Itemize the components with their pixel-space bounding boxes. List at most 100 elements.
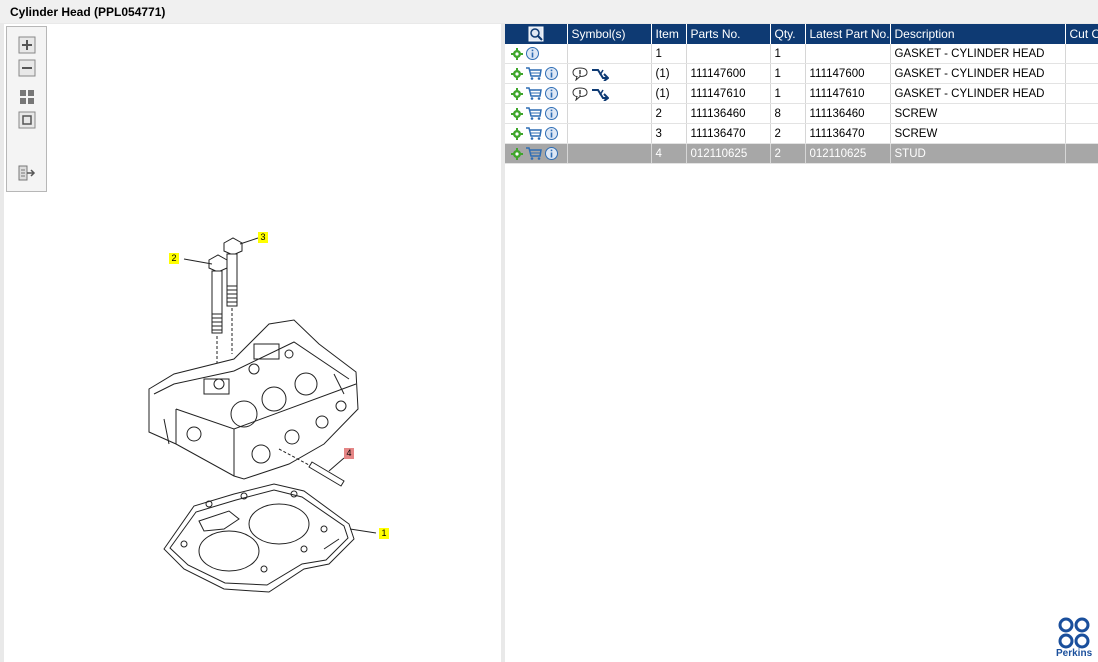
window-title: Cylinder Head (PPL054771) <box>10 5 166 19</box>
column-header-symbols[interactable]: Symbol(s) <box>567 24 652 44</box>
zoom-in-icon[interactable] <box>18 36 36 54</box>
column-header-search[interactable] <box>505 24 568 44</box>
shopping-cart-icon[interactable] <box>526 147 542 160</box>
exploded-diagram[interactable] <box>4 24 501 662</box>
shopping-cart-icon[interactable] <box>526 127 542 140</box>
row-actions <box>505 123 568 144</box>
callout-4[interactable]: 4 <box>344 448 354 459</box>
row-actions <box>505 63 568 84</box>
cell-item: (1) <box>651 83 687 104</box>
table-header-row: Symbol(s) Item Parts No. Qty. Latest Par… <box>505 24 1098 44</box>
cell-latest-part-no <box>805 44 891 64</box>
row-symbols <box>567 123 652 144</box>
row-actions <box>505 83 568 104</box>
info-icon[interactable] <box>545 147 558 160</box>
shopping-cart-icon[interactable] <box>526 107 542 120</box>
gear-icon[interactable] <box>511 107 523 120</box>
column-header-item[interactable]: Item <box>651 24 687 44</box>
actual-size-icon[interactable] <box>18 111 36 129</box>
diagram-panel[interactable]: 2 3 4 1 <box>4 24 501 662</box>
cell-description: GASKET - CYLINDER HEAD <box>890 44 1066 64</box>
row-symbols <box>567 44 652 64</box>
cell-latest-part-no: 111147610 <box>805 83 891 104</box>
cell-latest-part-no: 111136460 <box>805 103 891 124</box>
row-actions <box>505 44 568 64</box>
cell-description: GASKET - CYLINDER HEAD <box>890 83 1066 104</box>
cell-qty: 8 <box>770 103 806 124</box>
gear-icon[interactable] <box>511 87 523 100</box>
gear-icon[interactable] <box>511 127 523 140</box>
cell-latest-part-no: 111147600 <box>805 63 891 84</box>
cell-parts-no: 111147610 <box>686 83 771 104</box>
cell-item: 4 <box>651 143 687 164</box>
info-icon[interactable] <box>545 107 558 120</box>
table-row[interactable]: (1) 111147600 1 111147600 GASKET - CYLINDER … <box>505 63 1098 84</box>
cell-parts-no: 111136460 <box>686 103 771 124</box>
row-actions <box>505 143 568 164</box>
column-header-parts-no[interactable]: Parts No. <box>686 24 771 44</box>
table-row[interactable]: 2 111136460 8 111136460 SCREW <box>505 103 1098 124</box>
cell-cut-off <box>1065 123 1098 144</box>
stud-4-drawing <box>278 448 345 487</box>
cell-cut-off <box>1065 143 1098 164</box>
cell-qty: 1 <box>770 44 806 64</box>
row-symbols <box>567 103 652 124</box>
column-header-latest-part-no[interactable]: Latest Part No. <box>805 24 891 44</box>
table-row[interactable]: 3 111136470 2 111136470 SCREW <box>505 123 1098 144</box>
gear-icon[interactable] <box>511 147 523 160</box>
zoom-toolbar <box>6 26 47 192</box>
info-icon[interactable] <box>545 127 558 140</box>
cell-item: 3 <box>651 123 687 144</box>
row-symbols <box>567 143 652 164</box>
gear-icon[interactable] <box>511 67 523 80</box>
cell-parts-no: 111147600 <box>686 63 771 84</box>
table-row[interactable]: 4 012110625 2 012110625 STUD <box>505 143 1098 164</box>
note-icon[interactable] <box>571 66 588 81</box>
cell-description: GASKET - CYLINDER HEAD <box>890 63 1066 84</box>
note-icon[interactable] <box>571 86 588 101</box>
shopping-cart-icon[interactable] <box>526 87 542 100</box>
search-icon[interactable] <box>528 26 544 42</box>
cylinder-head-drawing <box>148 319 359 480</box>
cell-item: 2 <box>651 103 687 124</box>
info-icon[interactable] <box>545 87 558 100</box>
info-icon[interactable] <box>545 67 558 80</box>
cell-qty: 2 <box>770 143 806 164</box>
parts-table: Symbol(s) Item Parts No. Qty. Latest Par… <box>505 24 1098 164</box>
cell-qty: 2 <box>770 123 806 144</box>
cell-latest-part-no: 111136470 <box>805 123 891 144</box>
row-symbols <box>567 63 652 84</box>
cell-item: 1 <box>651 44 687 64</box>
gasket-drawing <box>163 483 355 593</box>
cell-item: (1) <box>651 63 687 84</box>
column-header-qty[interactable]: Qty. <box>770 24 806 44</box>
cell-qty: 1 <box>770 83 806 104</box>
gear-icon[interactable] <box>511 47 523 60</box>
screw-3-drawing <box>223 237 243 307</box>
zoom-out-icon[interactable] <box>18 59 36 77</box>
cell-description: STUD <box>890 143 1066 164</box>
shopping-cart-icon[interactable] <box>526 67 542 80</box>
brand-name: Perkins <box>1056 648 1093 659</box>
screw-2-drawing <box>208 254 228 334</box>
supersession-arrow-icon[interactable] <box>591 67 609 81</box>
callout-1[interactable]: 1 <box>379 528 389 539</box>
supersession-arrow-icon[interactable] <box>591 87 609 101</box>
cell-parts-no: 012110625 <box>686 143 771 164</box>
cell-description: SCREW <box>890 123 1066 144</box>
title-bar: Cylinder Head (PPL054771) <box>0 0 1098 23</box>
parts-list-panel: Symbol(s) Item Parts No. Qty. Latest Par… <box>505 24 1098 662</box>
column-header-description[interactable]: Description <box>890 24 1066 44</box>
table-row[interactable]: (1) 111147610 1 111147610 GASKET - CYLINDER … <box>505 83 1098 104</box>
cell-cut-off <box>1065 103 1098 124</box>
column-header-cut-off[interactable]: Cut O <box>1065 24 1098 44</box>
cell-parts-no: 111136470 <box>686 123 771 144</box>
fit-to-window-icon[interactable] <box>18 88 36 106</box>
export-icon[interactable] <box>18 164 36 182</box>
table-row[interactable]: 1 1 GASKET - CYLINDER HEAD <box>505 44 1098 64</box>
callout-2[interactable]: 2 <box>169 253 179 264</box>
cell-cut-off <box>1065 83 1098 104</box>
callout-3[interactable]: 3 <box>258 232 268 243</box>
cell-cut-off <box>1065 44 1098 64</box>
info-icon[interactable] <box>526 47 539 60</box>
